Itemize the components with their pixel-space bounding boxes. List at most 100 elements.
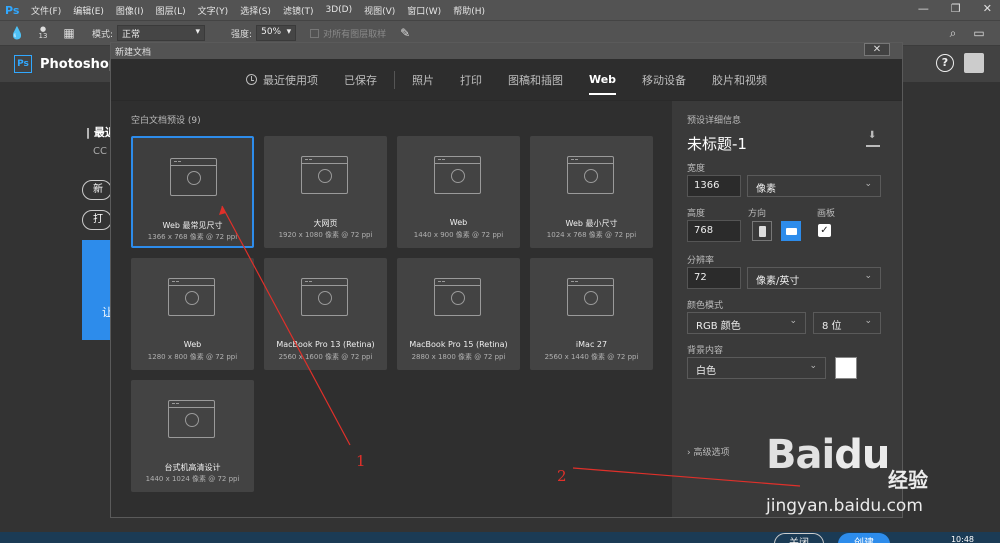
resolution-label: 分辨率 bbox=[687, 256, 715, 266]
width-label: 宽度 bbox=[687, 164, 706, 174]
orientation-label: 方向 bbox=[748, 209, 767, 219]
workspace-icon[interactable]: ▭ bbox=[970, 24, 988, 42]
width-unit-select[interactable]: 像素 ⌄ bbox=[747, 175, 881, 197]
preset-spec: 2560 x 1440 像素 @ 72 ppi bbox=[544, 353, 639, 361]
globe-icon bbox=[584, 169, 598, 183]
preset-spec: 1920 x 1080 像素 @ 72 ppi bbox=[278, 231, 373, 239]
preset-spec: 2880 x 1800 像素 @ 72 ppi bbox=[411, 353, 506, 361]
preset-card[interactable]: MacBook Pro 15 (Retina) 2880 x 1800 像素 @… bbox=[397, 258, 520, 370]
menu-filter[interactable]: 滤镜(T) bbox=[283, 4, 314, 17]
tab-art-illustration[interactable]: 图稿和插图 bbox=[508, 72, 563, 88]
preset-spec: 1024 x 768 像素 @ 72 ppi bbox=[546, 231, 637, 239]
globe-icon bbox=[451, 291, 465, 305]
clock-icon bbox=[245, 74, 257, 85]
bit-depth-select[interactable]: 8 位 ⌄ bbox=[813, 312, 881, 334]
menu-window[interactable]: 窗口(W) bbox=[407, 4, 441, 17]
width-unit-value: 像素 bbox=[756, 184, 776, 195]
menu-view[interactable]: 视图(V) bbox=[364, 4, 395, 17]
close-window-button[interactable]: ✕ bbox=[983, 2, 992, 15]
avatar[interactable] bbox=[964, 53, 984, 73]
dialog-close-button[interactable]: ✕ bbox=[864, 43, 890, 56]
document-icon bbox=[567, 156, 614, 194]
new-button[interactable]: 新建 bbox=[82, 180, 112, 200]
create-button[interactable]: 创建 bbox=[838, 533, 890, 543]
menu-type[interactable]: 文字(Y) bbox=[198, 4, 229, 17]
globe-icon bbox=[318, 169, 332, 183]
preset-card[interactable]: MacBook Pro 13 (Retina) 2560 x 1600 像素 @… bbox=[264, 258, 387, 370]
search-icon[interactable]: ⌕ bbox=[944, 24, 962, 42]
dialog-title: 新建文档 bbox=[115, 47, 152, 58]
artboard-checkbox[interactable]: ✓ bbox=[818, 224, 831, 237]
mode-value: 正常 bbox=[122, 30, 141, 40]
preset-card[interactable]: Web 最常见尺寸 1366 x 768 像素 @ 72 ppi bbox=[131, 136, 254, 248]
bit-depth-value: 8 位 bbox=[822, 321, 842, 332]
menu-select[interactable]: 选择(S) bbox=[240, 4, 271, 17]
open-button[interactable]: 打开 bbox=[82, 210, 112, 230]
strength-select[interactable]: 50% ▾ bbox=[256, 25, 297, 41]
document-icon bbox=[567, 278, 614, 316]
pressure-icon[interactable]: ✎ bbox=[396, 24, 414, 42]
minimize-button[interactable]: — bbox=[918, 2, 929, 15]
menu-image[interactable]: 图像(I) bbox=[116, 4, 144, 17]
brush-size: 13 bbox=[38, 32, 48, 40]
preset-card[interactable]: Web 最小尺寸 1024 x 768 像素 @ 72 ppi bbox=[530, 136, 653, 248]
preset-spec: 2560 x 1600 像素 @ 72 ppi bbox=[278, 353, 373, 361]
restore-button[interactable]: ❐ bbox=[951, 2, 961, 15]
preset-name: 台式机高清设计 bbox=[164, 463, 221, 472]
color-mode-select[interactable]: RGB 颜色 ⌄ bbox=[687, 312, 806, 334]
portrait-orientation-button[interactable] bbox=[752, 221, 772, 241]
tab-photo[interactable]: 照片 bbox=[412, 72, 434, 88]
mode-label: 模式: bbox=[92, 29, 114, 40]
background-select[interactable]: 白色 ⌄ bbox=[687, 357, 826, 379]
preset-name: Web 最小尺寸 bbox=[565, 219, 618, 228]
resolution-unit-select[interactable]: 像素/英寸 ⌄ bbox=[747, 267, 881, 289]
taskbar-clock: 10:48 bbox=[950, 535, 974, 543]
background-color-swatch[interactable] bbox=[835, 357, 857, 379]
preset-name: Web bbox=[449, 218, 468, 227]
photoshop-badge-icon: Ps bbox=[14, 55, 32, 73]
preset-card[interactable]: iMac 27 2560 x 1440 像素 @ 72 ppi bbox=[530, 258, 653, 370]
menu-layer[interactable]: 图层(L) bbox=[156, 4, 186, 17]
artboard-label: 画板 bbox=[817, 209, 836, 219]
preset-card[interactable]: Web 1440 x 900 像素 @ 72 ppi bbox=[397, 136, 520, 248]
color-mode-value: RGB 颜色 bbox=[696, 321, 741, 332]
blur-tool-icon[interactable]: 💧 bbox=[8, 24, 26, 42]
save-preset-icon[interactable] bbox=[866, 130, 880, 147]
height-input[interactable]: 768 bbox=[687, 220, 741, 242]
document-name[interactable]: 未标题-1 bbox=[687, 133, 747, 154]
preset-spec: 1440 x 1024 像素 @ 72 ppi bbox=[145, 475, 240, 483]
tab-web[interactable]: Web bbox=[588, 73, 617, 95]
advanced-options-toggle[interactable]: › 高级选项 bbox=[687, 445, 729, 458]
tab-saved[interactable]: 已保存 bbox=[344, 72, 377, 88]
close-button[interactable]: 关闭 bbox=[774, 533, 824, 543]
tab-recent[interactable]: 最近使用项 bbox=[245, 72, 318, 88]
mode-select[interactable]: 正常 ▾ bbox=[117, 25, 206, 41]
tab-print[interactable]: 打印 bbox=[460, 72, 482, 88]
sample-all-label: 对所有图层取样 bbox=[323, 29, 387, 40]
menu-help[interactable]: 帮助(H) bbox=[453, 4, 485, 17]
menu-file[interactable]: 文件(F) bbox=[31, 4, 61, 17]
width-input[interactable]: 1366 bbox=[687, 175, 741, 197]
brush-preset-icon[interactable]: ● 13 bbox=[34, 24, 52, 42]
preset-card[interactable]: 大网页 1920 x 1080 像素 @ 72 ppi bbox=[264, 136, 387, 248]
menu-3d[interactable]: 3D(D) bbox=[325, 5, 352, 15]
menu-edit[interactable]: 编辑(E) bbox=[73, 4, 104, 17]
tab-mobile[interactable]: 移动设备 bbox=[642, 72, 686, 88]
chevron-down-icon: ⌄ bbox=[864, 179, 872, 189]
landscape-orientation-button[interactable] bbox=[781, 221, 801, 241]
resolution-input[interactable]: 72 bbox=[687, 267, 741, 289]
brush-settings-icon[interactable]: ▦ bbox=[60, 24, 78, 42]
sample-all-checkbox[interactable] bbox=[310, 28, 320, 38]
preset-card[interactable]: Web 1280 x 800 像素 @ 72 ppi bbox=[131, 258, 254, 370]
document-icon bbox=[301, 278, 348, 316]
help-icon[interactable]: ? bbox=[936, 54, 954, 72]
background-label: 背景内容 bbox=[687, 346, 724, 356]
document-icon bbox=[170, 158, 217, 196]
photoshop-logo: Ps bbox=[5, 3, 20, 17]
tab-film-video[interactable]: 胶片和视频 bbox=[712, 72, 767, 88]
preset-name: 大网页 bbox=[313, 219, 338, 228]
preset-card[interactable]: 台式机高清设计 1440 x 1024 像素 @ 72 ppi bbox=[131, 380, 254, 492]
promo-banner[interactable]: 让 bbox=[82, 240, 113, 340]
globe-icon bbox=[451, 169, 465, 183]
baidu-watermark: Baidu 经验 jingyan.baidu.com bbox=[760, 432, 980, 522]
